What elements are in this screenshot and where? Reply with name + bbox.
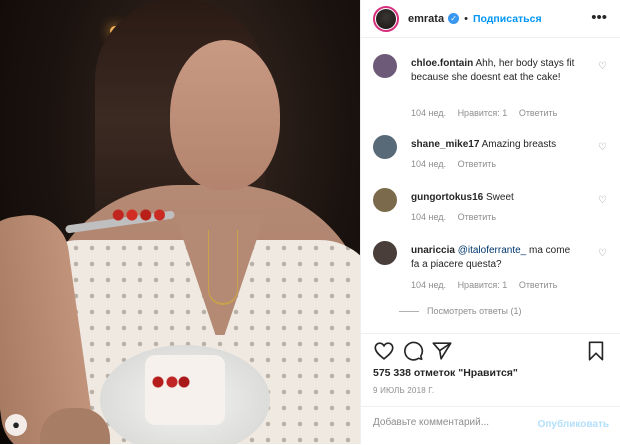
post-author-username[interactable]: emrata [408,13,444,25]
comment-text: Sweet [486,192,514,203]
comment-username[interactable]: chloe.fontain [411,58,473,69]
avatar[interactable] [373,241,397,265]
photo-face [170,40,280,190]
comment-time[interactable]: 104 нед. [411,280,446,290]
avatar[interactable] [373,135,397,159]
likes-count[interactable]: 575 338 отметок "Нравится" [373,367,518,379]
photo-cake-berries [150,372,190,392]
comment-meta: 104 нед. Ответить [411,212,505,222]
separator-dot: • [464,12,468,25]
post-side-panel: emrata ✓ • Подписаться ••• chloe.fontain… [360,0,620,444]
comment-meta: 104 нед. Нравится: 1 Ответить [411,108,566,118]
post-viewer: ● emrata ✓ • Подписаться ••• chloe.fonta… [0,0,620,444]
more-icon[interactable]: ••• [591,9,607,26]
comment-text-block: unariccia @italoferrante_ ma come fa a p… [411,244,581,272]
heart-icon[interactable]: ♡ [598,195,607,206]
avatar[interactable] [373,5,399,32]
comment-time[interactable]: 104 нед. [411,108,446,118]
comment-meta: 104 нед. Ответить [411,159,505,169]
comment-text-block: shane_mike17 Amazing breasts [411,138,581,152]
comment-text-block: chloe.fontain Ahh, her body stays fit be… [411,57,581,85]
heart-icon[interactable]: ♡ [598,248,607,259]
reply-button[interactable]: Ответить [519,108,557,118]
avatar[interactable] [373,188,397,212]
watermark-icon: ● [5,414,27,436]
photo-spoon-berries [110,205,165,225]
comment-mention-link[interactable]: @italoferrante_ [458,245,527,256]
comment-composer: Опубликовать [361,406,620,445]
comment-time[interactable]: 104 нед. [411,159,446,169]
comment-icon[interactable] [402,340,424,362]
heart-icon[interactable]: ♡ [598,61,607,72]
comment-username[interactable]: shane_mike17 [411,139,479,150]
comment-meta: 104 нед. Нравится: 1 Ответить [411,280,566,290]
comment-likes[interactable]: Нравится: 1 [458,108,508,118]
heart-icon[interactable] [373,340,395,362]
share-icon[interactable] [431,340,453,362]
comment-input[interactable] [373,417,523,428]
avatar-image [376,8,396,29]
post-header: emrata ✓ • Подписаться ••• [361,0,620,38]
view-replies-label: Посмотреть ответы (1) [427,306,522,316]
view-replies-button[interactable]: Посмотреть ответы (1) [399,306,522,316]
reply-button[interactable]: Ответить [458,212,496,222]
heart-icon[interactable]: ♡ [598,142,607,153]
follow-button[interactable]: Подписаться [473,13,542,25]
action-icon-row [373,340,609,364]
replies-divider [399,310,419,312]
comment-username[interactable]: gungortokus16 [411,192,483,203]
photo-necklace [208,230,238,305]
bookmark-icon[interactable] [585,340,607,362]
publish-button[interactable]: Опубликовать [538,419,609,430]
post-actions: 575 338 отметок "Нравится" 9 ИЮЛЬ 2018 Г… [361,333,620,444]
comment-text: Amazing breasts [481,139,557,150]
post-photo[interactable]: ● [0,0,360,444]
comment-username[interactable]: unariccia [411,245,455,256]
comment-time[interactable]: 104 нед. [411,212,446,222]
reply-button[interactable]: Ответить [519,280,557,290]
comments-list: chloe.fontain Ahh, her body stays fit be… [361,38,620,333]
comment-text-block: gungortokus16 Sweet [411,191,581,205]
avatar[interactable] [373,54,397,78]
comment-likes[interactable]: Нравится: 1 [458,280,508,290]
verified-icon: ✓ [448,13,460,24]
reply-button[interactable]: Ответить [458,159,496,169]
post-date[interactable]: 9 ИЮЛЬ 2018 Г. [373,386,434,395]
